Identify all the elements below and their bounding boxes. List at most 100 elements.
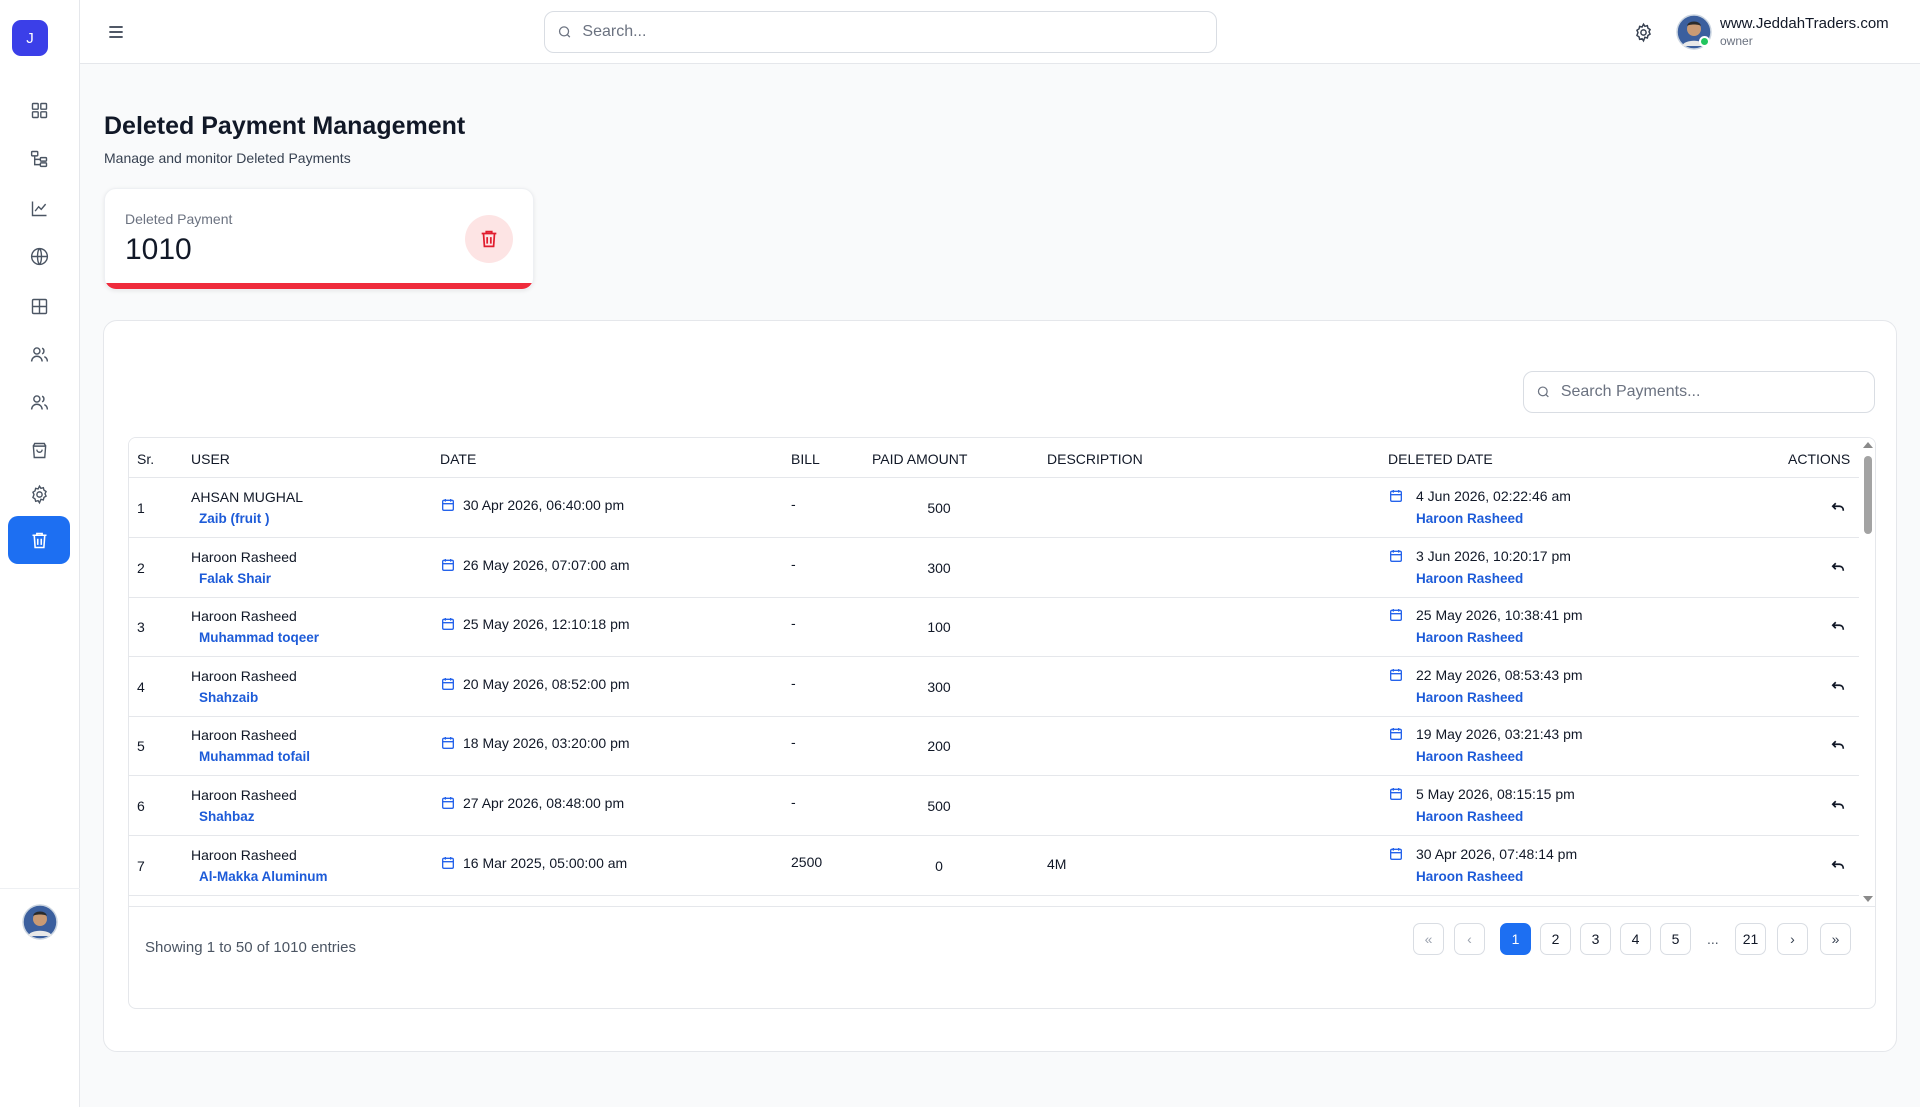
calendar-icon: [1388, 607, 1404, 623]
calendar-icon: [440, 676, 456, 692]
scroll-down-arrow[interactable]: [1863, 896, 1873, 902]
pagination-ellipsis: ...: [1707, 931, 1719, 947]
payments-search-input[interactable]: [1560, 383, 1874, 401]
row-customer-link[interactable]: Shahzaib: [199, 690, 258, 705]
row-paid-amount: 500: [927, 798, 951, 814]
entries-summary: Showing 1 to 50 of 1010 entries: [145, 939, 356, 956]
row-user: Haroon Rasheed: [191, 727, 297, 743]
row-paid-amount: 0: [935, 858, 943, 874]
global-search[interactable]: [544, 11, 1217, 53]
row-deleted-by: Haroon Rasheed: [1416, 690, 1524, 705]
hierarchy-icon: [30, 150, 47, 167]
row-customer-link[interactable]: Falak Shair: [199, 571, 271, 586]
sidebar-divider: [0, 888, 80, 889]
row-paid-amount: 300: [927, 679, 951, 695]
row-user: Haroon Rasheed: [191, 549, 297, 565]
stat-label: Deleted Payment: [125, 211, 233, 227]
row-deleted-by: Haroon Rasheed: [1416, 511, 1524, 526]
page-button-4[interactable]: 4: [1620, 923, 1651, 955]
search-icon: [1537, 386, 1549, 398]
page-button-2[interactable]: 2: [1540, 923, 1571, 955]
next-page-button[interactable]: ›: [1777, 923, 1808, 955]
row-customer-link[interactable]: Al-Makka Aluminum: [199, 869, 328, 884]
sidebar-item-dashboard[interactable]: [8, 88, 70, 132]
row-bill: 2500: [791, 854, 823, 870]
restore-icon[interactable]: [1829, 796, 1847, 814]
row-paid-amount: 500: [927, 500, 951, 516]
row-sr: 4: [137, 679, 145, 695]
col-header-description: DESCRIPTION: [1047, 451, 1143, 467]
table-header: Sr. USER DATE BILL PAID AMOUNT DESCRIPTI…: [129, 438, 1859, 478]
sidebar-item-orders[interactable]: [8, 428, 70, 472]
calendar-icon: [440, 735, 456, 751]
row-customer-link[interactable]: Muhammad tofail: [199, 749, 310, 764]
row-customer-link[interactable]: Zaib (fruit ): [199, 511, 270, 526]
prev-page-button[interactable]: ‹: [1454, 923, 1485, 955]
col-header-paid-amount: PAID AMOUNT: [872, 451, 968, 467]
row-deleted-date: 4 Jun 2026, 02:22:46 am: [1416, 488, 1571, 504]
table-row: 6 Haroon Rasheed Shahbaz 27 Apr 2026, 08:48…: [129, 776, 1859, 836]
hamburger-icon: [109, 26, 123, 38]
table-row: 4 Haroon Rasheed Shahzaib 20 May 2026, 08:5…: [129, 657, 1859, 717]
page-button-1[interactable]: 1: [1500, 923, 1531, 955]
row-deleted-date: 3 Jun 2026, 10:20:17 pm: [1416, 548, 1571, 564]
payments-search[interactable]: [1523, 371, 1875, 413]
dashboard-icon: [31, 102, 47, 118]
chart-icon: [31, 201, 46, 216]
row-date: 30 Apr 2026, 06:40:00 pm: [463, 497, 625, 513]
col-header-actions: ACTIONS: [1788, 451, 1851, 467]
scroll-up-arrow[interactable]: [1863, 442, 1873, 448]
table-row: 3 Haroon Rasheed Muhammad toqeer 25 May 202…: [129, 597, 1859, 657]
stat-value: 1010: [125, 233, 192, 266]
restore-icon[interactable]: [1829, 617, 1847, 635]
row-customer-link[interactable]: Shahbaz: [199, 809, 255, 824]
calendar-icon: [440, 855, 456, 871]
sidebar-item-hierarchy[interactable]: [8, 136, 70, 180]
global-search-input[interactable]: [582, 23, 1216, 41]
sidebar-item-users[interactable]: [8, 332, 70, 376]
calendar-icon: [1388, 667, 1404, 683]
scrollbar-thumb[interactable]: [1864, 456, 1872, 534]
calendar-icon: [440, 497, 456, 513]
sidebar-item-grid[interactable]: [8, 284, 70, 328]
restore-icon[interactable]: [1829, 736, 1847, 754]
row-bill: -: [791, 496, 796, 512]
page-title: Deleted Payment Management: [104, 112, 466, 140]
restore-icon[interactable]: [1829, 856, 1847, 874]
users-icon: [30, 346, 48, 362]
col-header-bill: BILL: [791, 451, 820, 467]
row-deleted-by: Haroon Rasheed: [1416, 869, 1524, 884]
page-button-5[interactable]: 5: [1660, 923, 1691, 955]
user-name: www.JeddahTraders.com: [1720, 15, 1889, 32]
col-header-deleted-date: DELETED DATE: [1388, 451, 1493, 467]
stat-icon-badge: [465, 215, 513, 263]
first-page-button[interactable]: «: [1413, 923, 1444, 955]
sidebar-item-globe[interactable]: [8, 234, 70, 278]
stat-accent-bar: [105, 283, 533, 289]
row-bill: -: [791, 556, 796, 572]
row-bill: -: [791, 675, 796, 691]
restore-icon[interactable]: [1829, 498, 1847, 516]
app-logo[interactable]: J: [12, 20, 48, 56]
row-date: 27 Apr 2026, 08:48:00 pm: [463, 795, 625, 811]
page-button-21[interactable]: 21: [1735, 923, 1766, 955]
row-sr: 6: [137, 798, 145, 814]
page-button-3[interactable]: 3: [1580, 923, 1611, 955]
menu-toggle-button[interactable]: [104, 20, 128, 44]
last-page-button[interactable]: »: [1820, 923, 1851, 955]
sidebar-item-team[interactable]: [8, 380, 70, 424]
row-paid-amount: 200: [927, 738, 951, 754]
row-date: 16 Mar 2025, 05:00:00 am: [463, 855, 628, 871]
row-sr: 1: [137, 500, 145, 516]
sidebar-item-settings[interactable]: [8, 472, 70, 516]
row-date: 26 May 2026, 07:07:00 am: [463, 557, 630, 573]
sidebar-item-analytics[interactable]: [8, 186, 70, 230]
row-customer-link[interactable]: Muhammad toqeer: [199, 630, 319, 645]
restore-icon[interactable]: [1829, 677, 1847, 695]
sidebar-item-deleted[interactable]: [8, 516, 70, 564]
search-icon: [558, 26, 571, 38]
restore-icon[interactable]: [1829, 558, 1847, 576]
settings-button[interactable]: [1631, 20, 1655, 44]
sidebar-avatar[interactable]: [22, 904, 58, 940]
table-row: 1 AHSAN MUGHAL Zaib (fruit ) 30 Apr 2026, 0…: [129, 478, 1859, 538]
